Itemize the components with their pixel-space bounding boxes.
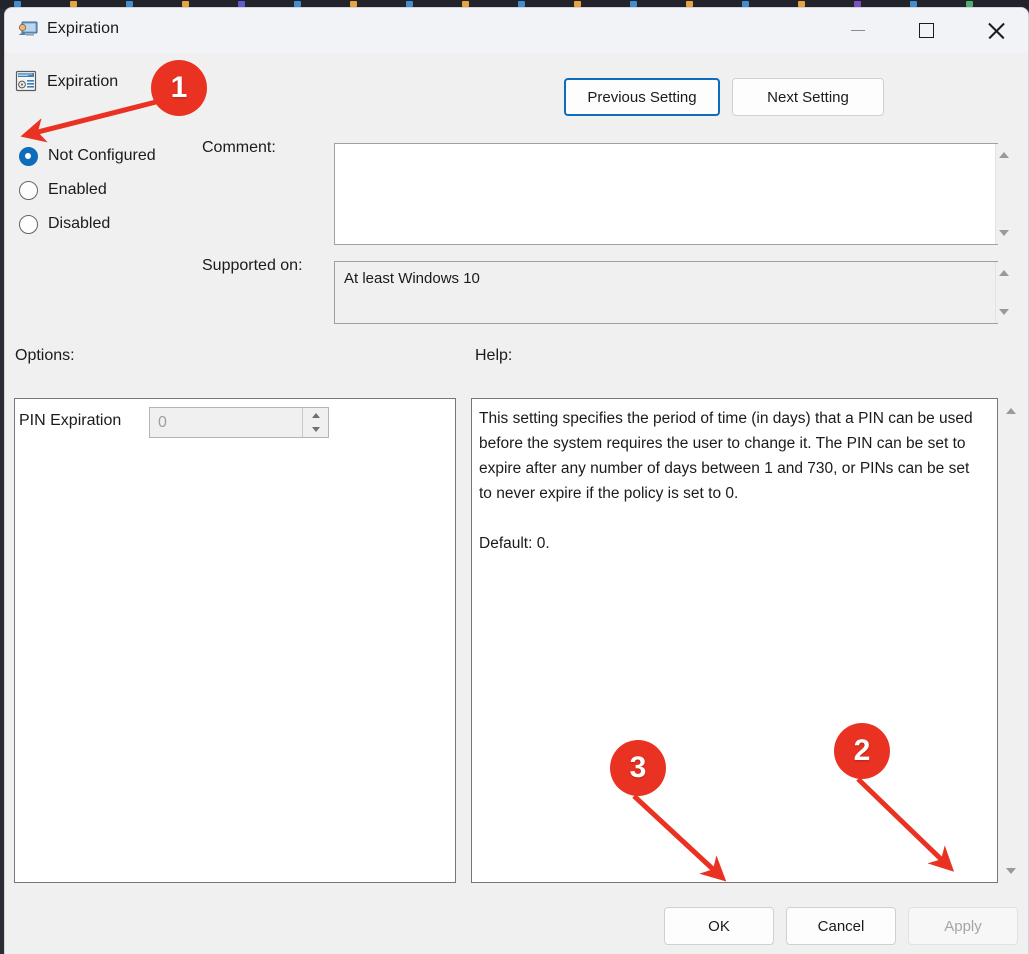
minimize-button[interactable] [823,8,892,53]
annotation-badge-2: 2 [834,723,890,779]
previous-setting-button[interactable]: Previous Setting [564,78,720,116]
radio-indicator-icon [19,146,38,166]
apply-button: Apply [908,907,1018,945]
comment-scrollbar[interactable] [995,144,1012,244]
cancel-button[interactable]: Cancel [786,907,896,945]
scroll-up-icon[interactable] [1005,408,1016,414]
scroll-down-icon[interactable] [999,309,1009,315]
window-controls [823,8,1028,53]
options-panel [14,398,456,883]
supported-on-scrollbar[interactable] [995,262,1012,323]
screen-root: Expiration Expiration Previous Setting N… [0,0,1029,954]
radio-label-enabled: Enabled [48,181,107,198]
comment-label: Comment: [202,139,276,156]
supported-on-value: At least Windows 10 [344,270,480,287]
maximize-icon [919,23,934,38]
supported-on-field: At least Windows 10 [334,261,998,324]
expiration-dialog-window: Expiration Expiration Previous Setting N… [4,7,1029,954]
stepper-decrement-button[interactable] [303,423,328,438]
scroll-up-icon[interactable] [999,152,1009,158]
radio-label-not-configured: Not Configured [48,147,156,164]
stepper-increment-button[interactable] [303,408,328,423]
scroll-down-icon[interactable] [1005,868,1016,874]
help-label: Help: [475,347,513,364]
minimize-icon [850,30,865,31]
chevron-down-icon [311,427,320,433]
options-label: Options: [15,347,75,364]
help-scrollbar[interactable] [1002,400,1019,882]
pin-expiration-stepper[interactable]: 0 [149,407,329,438]
comment-input[interactable] [334,143,998,245]
supported-on-label: Supported on: [202,257,303,274]
policy-state-radio-group: Not Configured Enabled Disabled [19,139,156,241]
policy-setting-icon [15,70,37,92]
radio-enabled[interactable]: Enabled [19,173,156,207]
help-text: This setting specifies the period of tim… [479,410,973,552]
annotation-badge-3: 3 [610,740,666,796]
title-bar: Expiration [5,8,1028,53]
radio-label-disabled: Disabled [48,215,111,232]
annotation-badge-1: 1 [151,60,207,116]
ok-button[interactable]: OK [664,907,774,945]
chevron-up-icon [311,412,320,418]
radio-indicator-icon [19,214,38,234]
scroll-up-icon[interactable] [999,270,1009,276]
radio-not-configured[interactable]: Not Configured [19,139,156,173]
radio-indicator-icon [19,180,38,200]
close-button[interactable] [961,8,1028,53]
stepper-buttons [302,408,328,437]
policy-name-label: Expiration [47,73,119,90]
window-title: Expiration [47,20,120,37]
pin-expiration-label: PIN Expiration [19,412,122,429]
close-icon [987,22,1005,40]
policy-computer-icon [18,21,38,36]
maximize-button[interactable] [892,8,961,53]
pin-expiration-value[interactable]: 0 [150,408,302,437]
next-setting-button[interactable]: Next Setting [732,78,884,116]
radio-disabled[interactable]: Disabled [19,207,156,241]
scroll-down-icon[interactable] [999,230,1009,236]
